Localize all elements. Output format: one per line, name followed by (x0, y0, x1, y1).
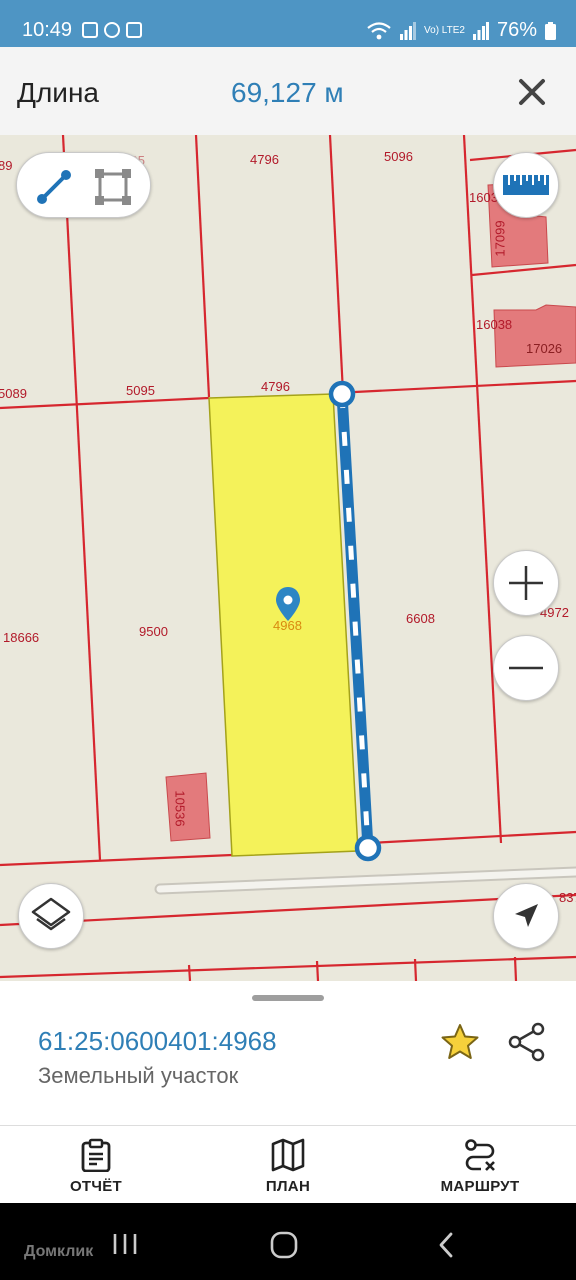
whatsapp-icon (104, 22, 120, 38)
status-time: 10:49 (22, 19, 73, 41)
star-icon[interactable] (440, 1022, 480, 1062)
nav-report[interactable]: ОТЧЁТ (21, 1126, 171, 1204)
map-canvas (0, 135, 576, 981)
parcel-label: 4796 (261, 379, 290, 394)
sheet-drag-handle[interactable] (252, 995, 324, 1001)
line-tool-icon[interactable] (34, 167, 74, 207)
navigation-arrow-icon (515, 904, 538, 927)
status-bar: 10:49 Vo) LTE2 76% (0, 0, 576, 47)
app-notification-icon (126, 22, 142, 38)
draw-mode-toggle[interactable] (16, 152, 151, 218)
share-icon[interactable] (508, 1022, 546, 1062)
minus-icon (509, 666, 543, 670)
gallery-icon (82, 22, 98, 38)
parcel-label: 9500 (139, 624, 168, 639)
nav-plan-label: ПЛАН (265, 1178, 311, 1195)
parcel-type: Земельный участок (38, 1063, 239, 1088)
zoom-out-button[interactable] (493, 635, 559, 701)
parcel-info-sheet[interactable]: 61:25:0600401:4968 Земельный участок (0, 981, 576, 1125)
parcel-label: 16038 (476, 317, 513, 332)
zoom-in-button[interactable] (493, 550, 559, 616)
nav-plan[interactable]: ПЛАН (213, 1126, 363, 1204)
signal-icon-2 (472, 21, 489, 40)
parcel-label: 18666 (3, 630, 40, 645)
parcel-label: 837 (559, 890, 576, 905)
ruler-icon (503, 175, 549, 195)
home-icon[interactable] (270, 1231, 298, 1259)
layers-button[interactable] (18, 883, 84, 949)
nav-report-label: ОТЧЁТ (69, 1178, 123, 1195)
cadastral-map[interactable]: 89 5095 4796 5096 1603 17099 16038 17026… (0, 135, 576, 981)
signal-icon (400, 21, 417, 40)
measure-label: Длина (17, 77, 99, 108)
polygon-tool-icon[interactable] (93, 167, 133, 207)
parcel-label: 6608 (406, 611, 435, 626)
watermark: Домклик (24, 1243, 94, 1260)
bottom-navigation: ОТЧЁТ ПЛАН МАРШРУТ (0, 1125, 576, 1203)
my-location-button[interactable] (493, 883, 559, 949)
parcel-label: 17099 (492, 220, 508, 257)
system-navigation-bar: Домклик (0, 1203, 576, 1280)
plus-icon (509, 566, 543, 600)
cadastral-number: 61:25:0600401:4968 (38, 1026, 277, 1056)
parcel-label: 4796 (250, 152, 279, 167)
parcel-label: 10536 (172, 790, 188, 827)
parcel-label: 17026 (526, 341, 563, 356)
notification-icons (82, 22, 142, 38)
ruler-button[interactable] (493, 152, 559, 218)
battery-icon (545, 21, 556, 40)
measure-header: Длина 69,127 м (0, 47, 576, 135)
parcel-label: 5095 (126, 383, 155, 398)
parcel-label: 5096 (384, 149, 413, 164)
status-right: Vo) LTE2 76% (366, 19, 556, 42)
parcel-label: 89 (0, 158, 13, 173)
wifi-icon (367, 21, 391, 39)
layers-icon (31, 897, 71, 931)
recent-apps-icon[interactable] (112, 1232, 138, 1256)
clipboard-icon (81, 1138, 111, 1172)
battery-percent: 76% (496, 19, 537, 41)
network-type: Vo) LTE2 (424, 24, 465, 36)
map-icon (271, 1138, 305, 1172)
measure-value: 69,127 м (231, 77, 344, 108)
back-icon[interactable] (436, 1231, 456, 1259)
parcel-label: 5089 (0, 386, 27, 401)
route-icon (465, 1139, 495, 1171)
close-icon[interactable] (512, 72, 552, 112)
parcel-label: 4968 (273, 618, 302, 633)
nav-route[interactable]: МАРШРУТ (405, 1126, 555, 1204)
nav-route-label: МАРШРУТ (440, 1178, 520, 1195)
